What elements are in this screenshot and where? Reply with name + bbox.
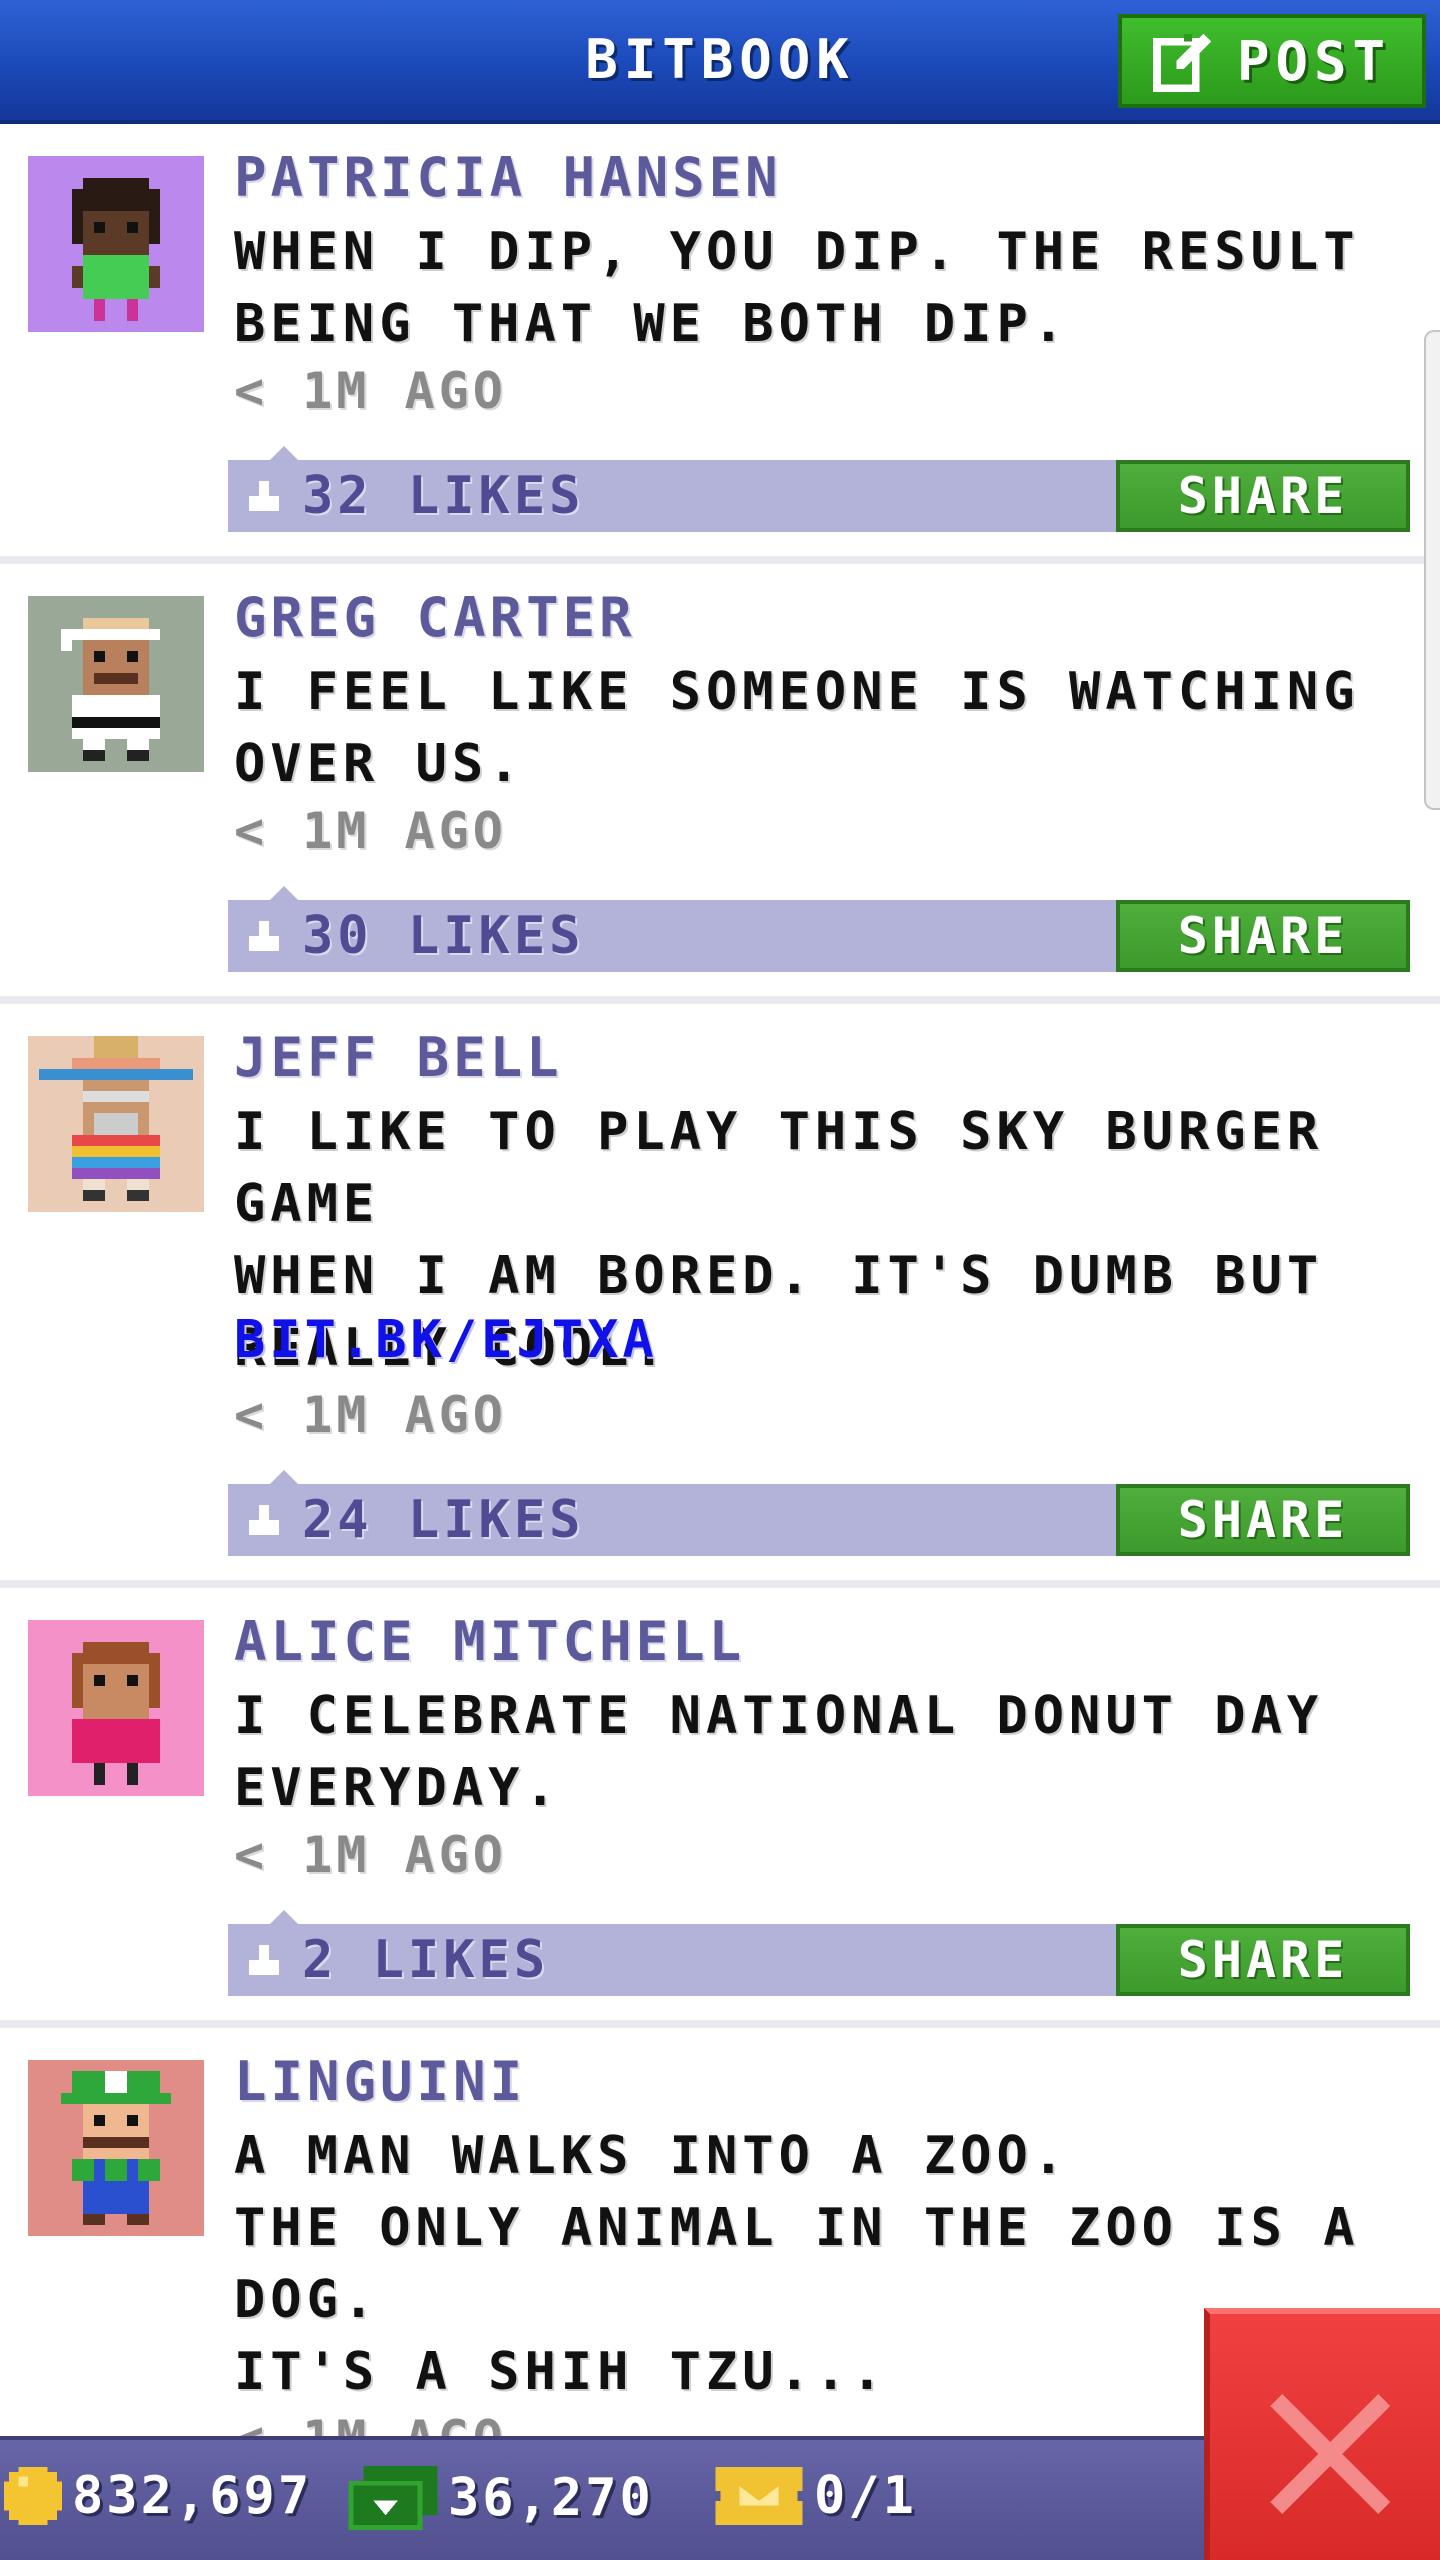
news-feed[interactable]: PATRICIA HANSEN WHEN I DIP, YOU DIP. THE… — [0, 124, 1440, 2436]
likes-count: 30 LIKES — [302, 906, 585, 966]
coins-value: 832,697 — [72, 2466, 313, 2526]
feed-post: ALICE MITCHELL I CELEBRATE NATIONAL DONU… — [0, 1588, 1440, 2028]
likes-count: 2 LIKES — [302, 1930, 550, 1990]
post-time: < 1M AGO — [234, 2410, 507, 2436]
like-bar: 2 LIKES SHARE — [228, 1910, 1410, 1996]
share-button[interactable]: SHARE — [1116, 460, 1410, 532]
feed-post: GREG CARTER I FEEL LIKE SOMEONE IS WATCH… — [0, 564, 1440, 1004]
like-bar: 24 LIKES SHARE — [228, 1470, 1410, 1556]
avatar[interactable] — [28, 1620, 204, 1796]
like-button[interactable]: 30 LIKES — [228, 900, 584, 972]
avatar-image — [28, 1036, 204, 1212]
like-bar-notch — [270, 446, 298, 460]
post-link[interactable]: BIT.BK/EJTXA — [234, 1310, 658, 1370]
likes-count: 32 LIKES — [302, 466, 585, 526]
post-author[interactable]: PATRICIA HANSEN — [234, 146, 782, 209]
like-button[interactable]: 24 LIKES — [228, 1484, 584, 1556]
post-author[interactable]: ALICE MITCHELL — [234, 1610, 745, 1673]
ticket-icon — [715, 2467, 803, 2525]
avatar[interactable] — [28, 156, 204, 332]
post-button-label: POST — [1236, 29, 1392, 93]
tickets-value: 0/1 — [814, 2466, 917, 2526]
like-bar: 32 LIKES SHARE — [228, 446, 1410, 532]
app-header: BITBOOK POST — [0, 0, 1440, 124]
post-button[interactable]: POST — [1118, 14, 1426, 108]
post-time: < 1M AGO — [234, 1826, 507, 1884]
post-author[interactable]: GREG CARTER — [234, 586, 636, 649]
avatar-image — [28, 156, 204, 332]
avatar-image — [28, 596, 204, 772]
post-time: < 1M AGO — [234, 362, 507, 420]
post-text: WHEN I DIP, YOU DIP. THE RESULT BEING TH… — [234, 222, 1360, 354]
avatar-image — [28, 1620, 204, 1796]
bux-stat: 36,270 — [348, 2466, 654, 2530]
thumbs-up-icon — [249, 921, 279, 951]
like-bar-notch — [270, 1470, 298, 1484]
like-button[interactable]: 2 LIKES — [228, 1924, 549, 1996]
avatar-image — [28, 2060, 204, 2236]
like-bar-notch — [270, 886, 298, 900]
like-bar: 30 LIKES SHARE — [228, 886, 1410, 972]
close-icon — [1270, 2394, 1390, 2514]
like-button[interactable]: 32 LIKES — [228, 460, 584, 532]
thumbs-up-icon — [249, 481, 279, 511]
share-button[interactable]: SHARE — [1116, 900, 1410, 972]
share-button[interactable]: SHARE — [1116, 1484, 1410, 1556]
edit-icon — [1152, 33, 1212, 92]
thumbs-up-icon — [249, 1505, 279, 1535]
bux-icon — [348, 2466, 438, 2530]
feed-post: PATRICIA HANSEN WHEN I DIP, YOU DIP. THE… — [0, 124, 1440, 564]
post-time: < 1M AGO — [234, 802, 507, 860]
avatar[interactable] — [28, 1036, 204, 1212]
bux-value: 36,270 — [448, 2468, 654, 2528]
coins-stat: 832,697 — [4, 2466, 312, 2526]
post-time: < 1M AGO — [234, 1386, 507, 1444]
avatar[interactable] — [28, 2060, 204, 2236]
tickets-stat: 0/1 — [714, 2466, 917, 2526]
thumbs-up-icon — [249, 1945, 279, 1975]
like-bar-notch — [270, 1910, 298, 1924]
post-text: I FEEL LIKE SOMEONE IS WATCHING OVER US. — [234, 662, 1360, 794]
avatar[interactable] — [28, 596, 204, 772]
coin-icon — [4, 2467, 62, 2525]
post-text: I CELEBRATE NATIONAL DONUT DAY EVERYDAY. — [234, 1686, 1324, 1818]
close-button[interactable] — [1204, 2308, 1440, 2560]
scroll-indicator[interactable] — [1424, 330, 1440, 810]
share-button[interactable]: SHARE — [1116, 1924, 1410, 1996]
post-author[interactable]: LINGUINI — [234, 2050, 526, 2113]
likes-count: 24 LIKES — [302, 1490, 585, 1550]
post-author[interactable]: JEFF BELL — [234, 1026, 563, 1089]
feed-post: JEFF BELL I LIKE TO PLAY THIS SKY BURGER… — [0, 1004, 1440, 1588]
